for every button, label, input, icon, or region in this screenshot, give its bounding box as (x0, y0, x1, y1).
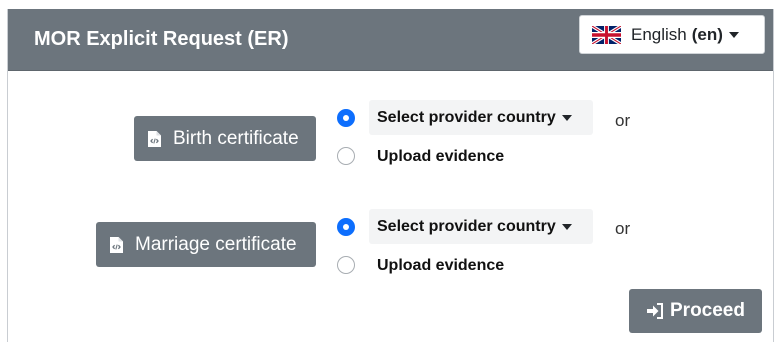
language-label: English (631, 24, 687, 44)
card-header: MOR Explicit Request (ER) English (en) (8, 9, 773, 71)
provider-country-radio[interactable] (337, 109, 355, 127)
document-label: Birth certificate (173, 127, 299, 149)
upload-evidence-label[interactable]: Upload evidence (377, 257, 504, 275)
uk-flag-icon (592, 25, 621, 44)
provider-country-select[interactable]: Select provider country (369, 100, 593, 135)
select-label: Select provider country (377, 217, 556, 235)
caret-down-icon (561, 114, 572, 121)
upload-evidence-radio[interactable] (337, 256, 355, 274)
upload-evidence-radio[interactable] (337, 147, 355, 165)
language-code: (en) (691, 24, 723, 44)
provider-country-select[interactable]: Select provider country (369, 209, 593, 244)
sign-in-icon (647, 303, 663, 319)
birth-certificate-button[interactable]: Birth certificate (134, 116, 316, 161)
caret-down-icon (728, 31, 739, 38)
or-separator: or (615, 111, 631, 130)
document-label: Marriage certificate (135, 233, 297, 255)
file-code-icon (148, 130, 161, 147)
marriage-certificate-button[interactable]: Marriage certificate (96, 222, 316, 267)
language-dropdown[interactable]: English (en) (579, 15, 765, 54)
provider-country-radio[interactable] (337, 218, 355, 236)
proceed-label: Proceed (670, 300, 745, 321)
caret-down-icon (561, 223, 572, 230)
upload-evidence-label[interactable]: Upload evidence (377, 148, 504, 166)
file-code-icon (110, 236, 123, 253)
select-label: Select provider country (377, 108, 556, 126)
or-separator: or (615, 219, 631, 238)
proceed-button[interactable]: Proceed (629, 289, 762, 333)
page-title: MOR Explicit Request (ER) (34, 28, 289, 50)
